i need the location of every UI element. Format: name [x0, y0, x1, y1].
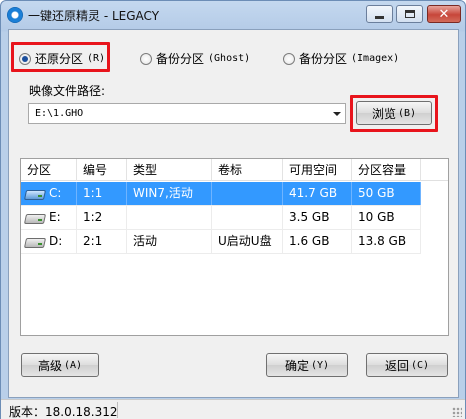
- table-row[interactable]: E: 1:2 3.5 GB 10 GB: [21, 206, 421, 229]
- maximize-button[interactable]: [396, 5, 423, 23]
- status-divider: [117, 402, 118, 418]
- chevron-down-icon[interactable]: [333, 112, 341, 116]
- advanced-label: 高级: [37, 358, 62, 373]
- main-panel: 还原分区 (R) 备份分区 (Ghost) 备份分区 (Imagex) 映像文件…: [8, 29, 459, 398]
- cell-drive: D:: [21, 230, 77, 253]
- column-header[interactable]: 分区: [21, 159, 77, 181]
- table-row[interactable]: D: 2:1 活动 U启动U盘 1.6 GB 13.8 GB: [21, 230, 421, 253]
- close-button[interactable]: ✕: [427, 5, 461, 23]
- column-header[interactable]: 可用空间: [283, 159, 352, 181]
- cell-free: 3.5 GB: [283, 206, 352, 229]
- cell-number: 1:2: [77, 206, 127, 229]
- column-header[interactable]: 卷标: [212, 159, 283, 181]
- radio-backup-ghost[interactable]: 备份分区 (Ghost): [140, 50, 250, 67]
- app-window: 一键还原精灵 - LEGACY ✕ 还原分区 (R) 备份分区 (Ghost) …: [0, 0, 466, 419]
- highlight-box: [350, 95, 438, 132]
- disk-icon: [23, 211, 47, 224]
- column-header[interactable]: 类型: [127, 159, 212, 181]
- maximize-icon: [404, 10, 415, 18]
- version-text: 版本：18.0.18.312: [9, 405, 118, 419]
- status-bar: 版本：18.0.18.312: [1, 399, 465, 419]
- cell-type: [127, 206, 212, 229]
- ok-label: 确定: [284, 358, 309, 373]
- cell-capacity: 10 GB: [352, 206, 421, 229]
- radio-dot[interactable]: [140, 52, 152, 65]
- image-path-label: 映像文件路径:: [29, 84, 106, 98]
- minimize-button[interactable]: [366, 5, 393, 23]
- cell-capacity: 50 GB: [352, 182, 421, 205]
- back-shortcut: (C): [410, 359, 430, 371]
- cell-type: WIN7,活动: [127, 182, 212, 205]
- disk-icon: [23, 235, 47, 248]
- radio-label: 备份分区: [156, 52, 205, 66]
- advanced-shortcut: (A): [63, 359, 83, 371]
- cell-drive: C:: [21, 182, 77, 205]
- app-logo-icon: [7, 7, 23, 23]
- image-path-value: E:\1.GHO: [35, 108, 84, 119]
- back-label: 返回: [384, 358, 409, 373]
- ok-button[interactable]: 确定 (Y): [266, 353, 348, 377]
- partition-table[interactable]: 分区 编号 类型 卷标 可用空间 分区容量 C: 1:1 WIN7,活动 41.…: [20, 158, 449, 336]
- table-header: 分区 编号 类型 卷标 可用空间 分区容量: [21, 159, 448, 181]
- cell-label: [212, 206, 283, 229]
- title-bar[interactable]: 一键还原精灵 - LEGACY ✕: [1, 1, 465, 28]
- cell-drive: E:: [21, 206, 77, 229]
- ok-shortcut: (Y): [310, 359, 330, 371]
- close-icon: ✕: [438, 6, 450, 22]
- radio-dot[interactable]: [283, 52, 295, 65]
- cell-type: 活动: [127, 230, 212, 253]
- radio-label: 备份分区: [299, 52, 348, 66]
- system-disk-icon: [23, 187, 47, 200]
- radio-backup-imagex[interactable]: 备份分区 (Imagex): [283, 50, 399, 67]
- back-button[interactable]: 返回 (C): [366, 353, 448, 377]
- window-title: 一键还原精灵 - LEGACY: [28, 9, 160, 23]
- table-row[interactable]: C: 1:1 WIN7,活动 41.7 GB 50 GB: [21, 182, 421, 205]
- cell-label: [212, 182, 283, 205]
- advanced-button[interactable]: 高级 (A): [21, 353, 99, 377]
- cell-free: 41.7 GB: [283, 182, 352, 205]
- cell-free: 1.6 GB: [283, 230, 352, 253]
- radio-shortcut: (Imagex): [351, 53, 400, 64]
- highlight-box: [11, 42, 110, 72]
- radio-shortcut: (Ghost): [208, 53, 251, 64]
- row-divider: [21, 253, 421, 254]
- column-header[interactable]: 编号: [77, 159, 127, 181]
- cell-number: 2:1: [77, 230, 127, 253]
- image-path-combo[interactable]: E:\1.GHO: [28, 103, 346, 124]
- resize-grip-icon[interactable]: [452, 407, 462, 417]
- minimize-icon: [375, 15, 384, 19]
- cell-label: U启动U盘: [212, 230, 283, 253]
- cell-capacity: 13.8 GB: [352, 230, 421, 253]
- cell-number: 1:1: [77, 182, 127, 205]
- column-header[interactable]: 分区容量: [352, 159, 421, 181]
